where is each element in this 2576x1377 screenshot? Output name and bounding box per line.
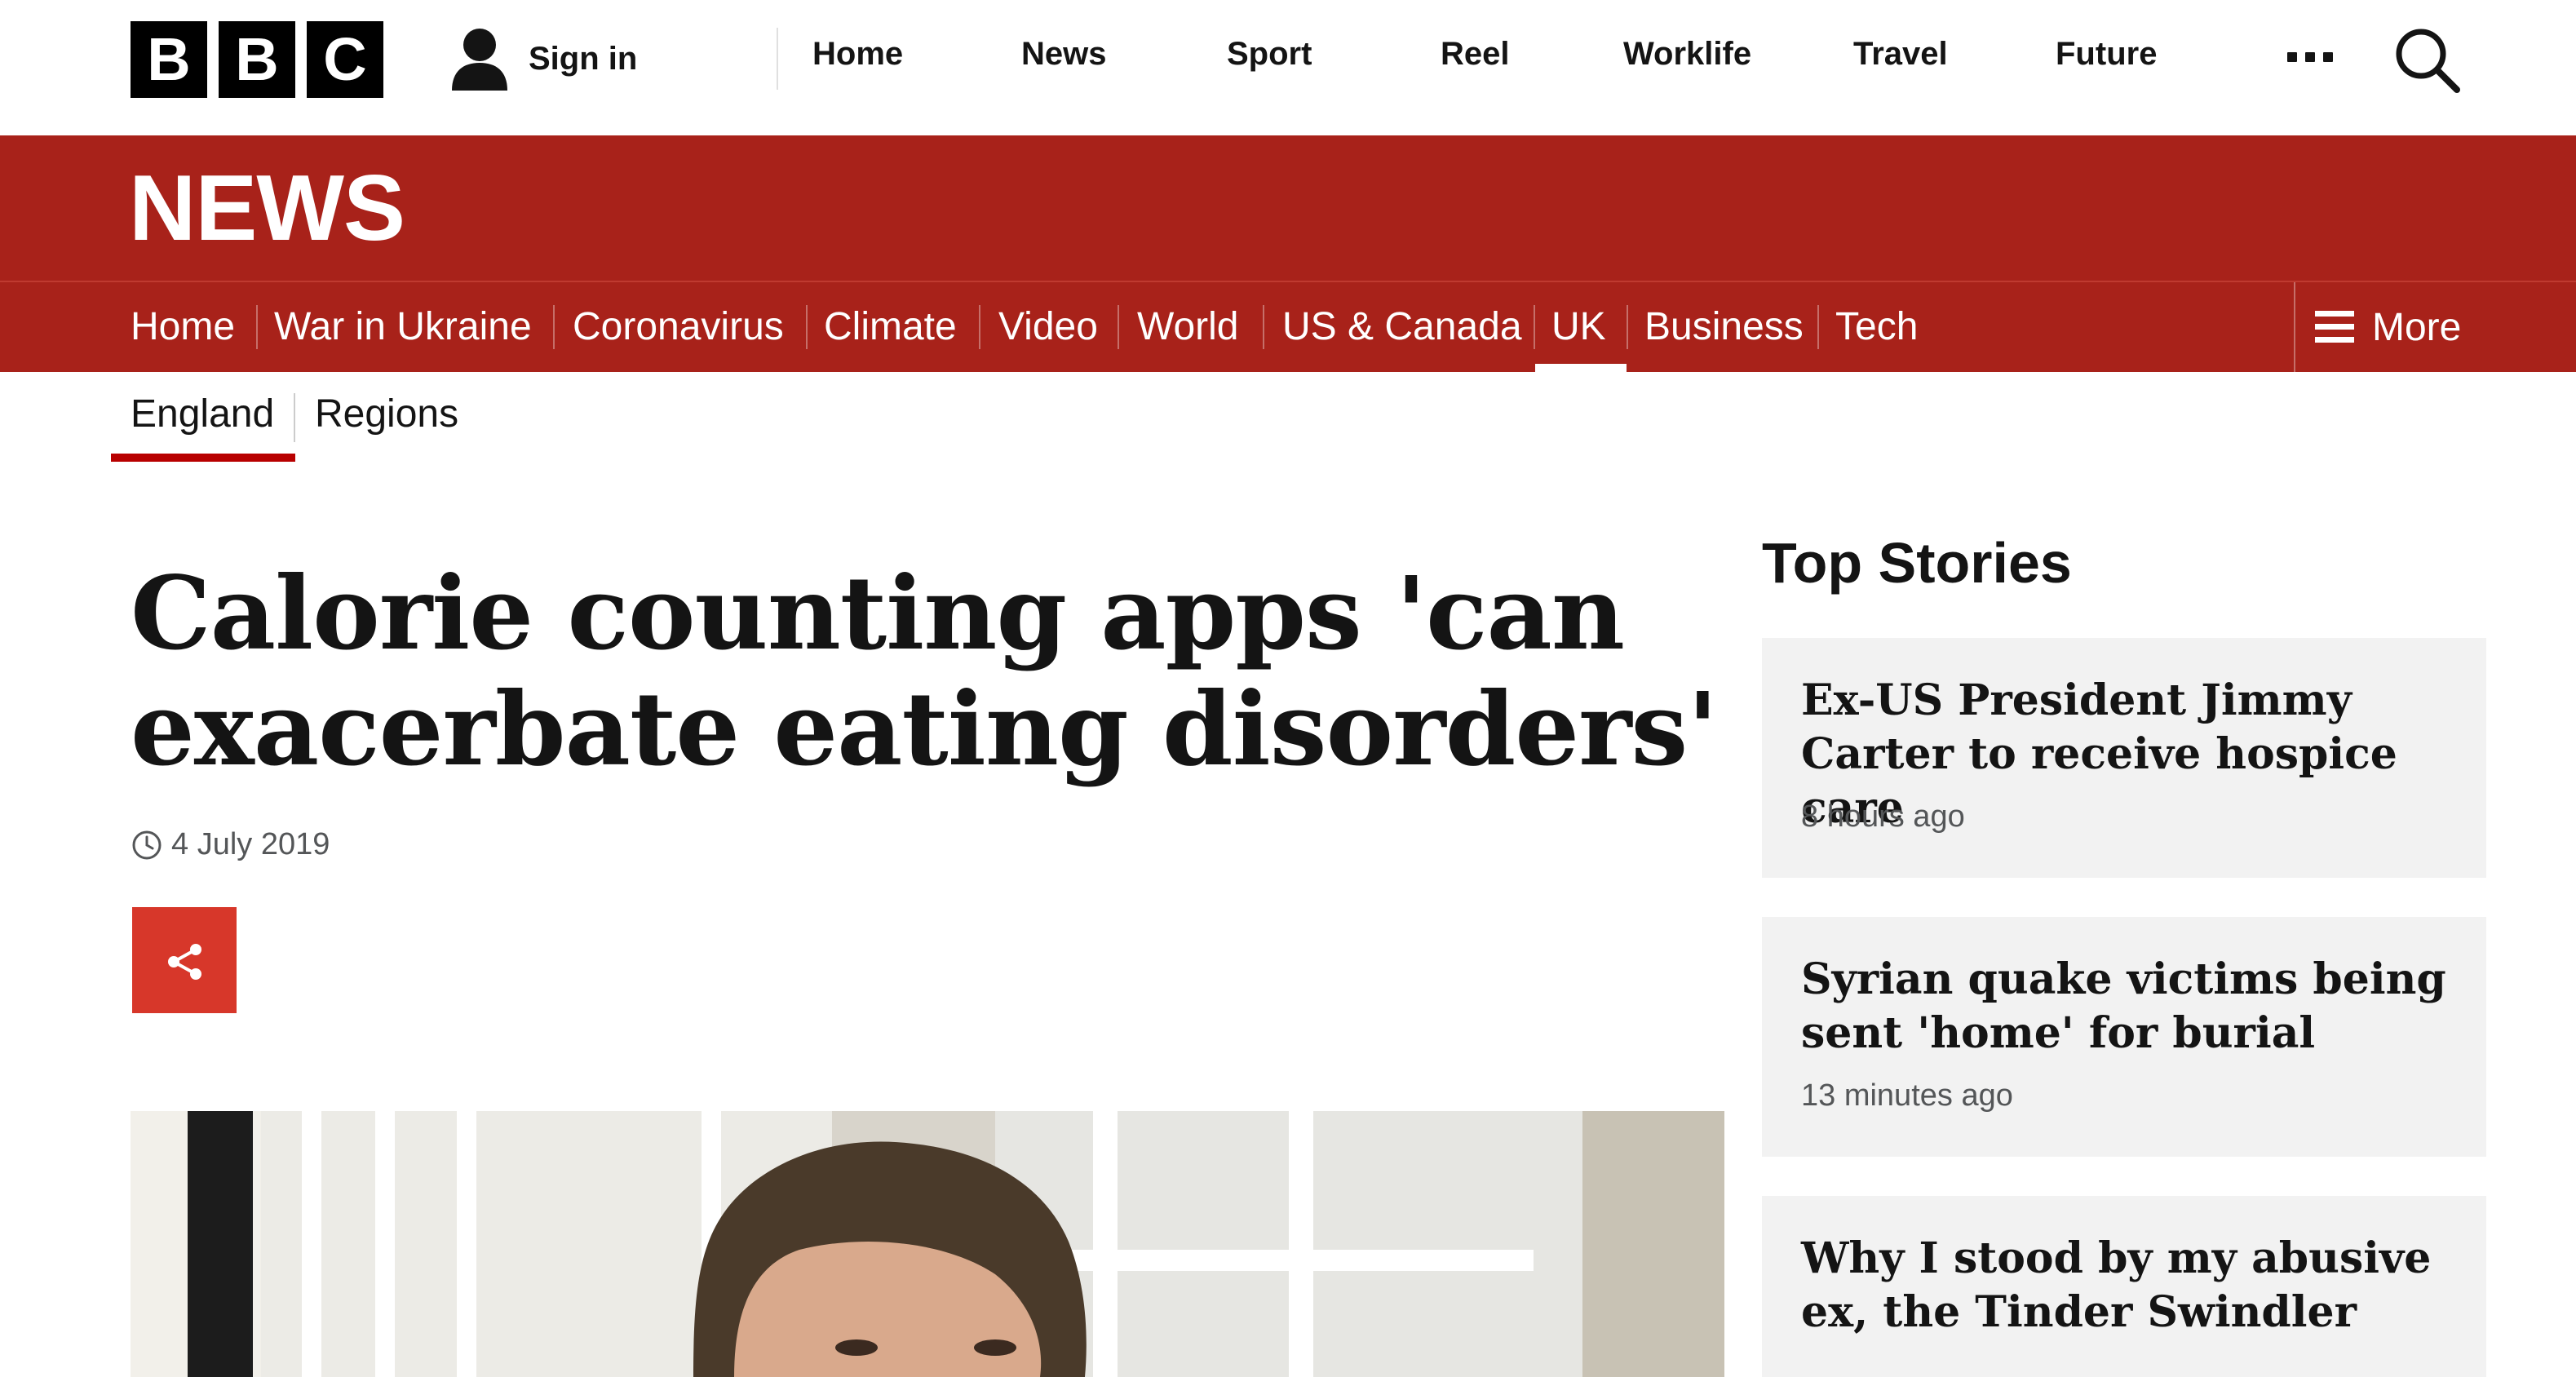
section-nav-separator <box>1627 305 1628 349</box>
global-nav-home[interactable]: Home <box>812 36 903 73</box>
top-stories-title: Top Stories <box>1762 531 2072 595</box>
section-nav-tech[interactable]: Tech <box>1835 282 1918 372</box>
logo-letter-b1: B <box>131 21 207 98</box>
global-nav-future[interactable]: Future <box>2056 36 2157 73</box>
top-story-headline[interactable]: Syrian quake victims being sent 'home' f… <box>1801 953 2470 1060</box>
article-date: 4 July 2019 <box>171 827 330 861</box>
top-story-card[interactable]: Syrian quake victims being sent 'home' f… <box>1762 917 2486 1157</box>
section-nav-separator <box>1534 305 1535 349</box>
section-nav-world[interactable]: World <box>1137 282 1238 372</box>
active-subnav-indicator <box>111 454 295 462</box>
section-nav-business[interactable]: Business <box>1644 282 1804 372</box>
news-logo[interactable]: NEWS <box>129 158 405 259</box>
subnav-regions[interactable]: Regions <box>315 392 458 436</box>
section-nav-separator <box>1118 305 1119 349</box>
top-story-time: 13 minutes ago <box>1801 1078 2013 1113</box>
global-nav-worklife[interactable]: Worklife <box>1623 36 1751 73</box>
section-nav: Home War in Ukraine Coronavirus Climate … <box>0 281 2576 372</box>
global-nav-travel[interactable]: Travel <box>1853 36 1948 73</box>
sign-in-label: Sign in <box>529 40 638 77</box>
section-nav-video[interactable]: Video <box>998 282 1098 372</box>
section-nav-more-button[interactable]: More <box>2315 282 2461 372</box>
share-icon <box>168 944 201 980</box>
ellipsis-icon[interactable] <box>2284 33 2341 82</box>
global-nav-news[interactable]: News <box>1021 36 1107 73</box>
bbc-logo[interactable]: B B C <box>131 21 383 98</box>
section-nav-separator <box>806 305 808 349</box>
header-divider <box>777 28 778 90</box>
menu-icon <box>2315 311 2354 343</box>
news-masthead: NEWS <box>0 135 2576 281</box>
search-icon[interactable] <box>2393 26 2462 95</box>
section-nav-climate[interactable]: Climate <box>824 282 957 372</box>
section-nav-uk[interactable]: UK <box>1551 282 1606 372</box>
sign-in-link[interactable]: Sign in <box>450 24 637 93</box>
section-nav-separator <box>256 305 258 349</box>
top-story-time: 8 hours ago <box>1801 799 1965 834</box>
top-story-card[interactable]: Ex-US President Jimmy Carter to receive … <box>1762 638 2486 878</box>
global-nav-sport[interactable]: Sport <box>1227 36 1312 73</box>
top-story-card[interactable]: Why I stood by my abusive ex, the Tinder… <box>1762 1196 2486 1377</box>
active-section-indicator <box>1535 364 1627 372</box>
section-nav-more-divider <box>2294 282 2295 372</box>
subnav-england[interactable]: England <box>131 392 274 436</box>
article-hero-image <box>131 1111 1724 1377</box>
clock-icon <box>132 830 162 859</box>
more-label: More <box>2372 305 2462 349</box>
bbc-global-header: B B C Sign in Home News Sport Reel Workl… <box>0 0 2576 135</box>
section-nav-separator <box>1817 305 1819 349</box>
global-nav-reel[interactable]: Reel <box>1441 36 1510 73</box>
section-nav-separator <box>1263 305 1264 349</box>
logo-letter-b2: B <box>219 21 295 98</box>
section-nav-us-canada[interactable]: US & Canada <box>1282 282 1522 372</box>
article-meta: 4 July 2019 <box>131 827 330 862</box>
section-nav-home[interactable]: Home <box>131 282 235 372</box>
section-nav-coronavirus[interactable]: Coronavirus <box>573 282 784 372</box>
subnav-separator <box>294 393 295 442</box>
user-icon <box>452 29 507 91</box>
top-story-headline[interactable]: Why I stood by my abusive ex, the Tinder… <box>1801 1232 2470 1339</box>
section-nav-war-in-ukraine[interactable]: War in Ukraine <box>274 282 532 372</box>
section-nav-separator <box>553 305 555 349</box>
section-nav-separator <box>979 305 980 349</box>
share-button[interactable] <box>132 907 237 1013</box>
logo-letter-c: C <box>307 21 383 98</box>
article-headline: Calorie counting apps 'can exacerbate ea… <box>131 555 1718 789</box>
